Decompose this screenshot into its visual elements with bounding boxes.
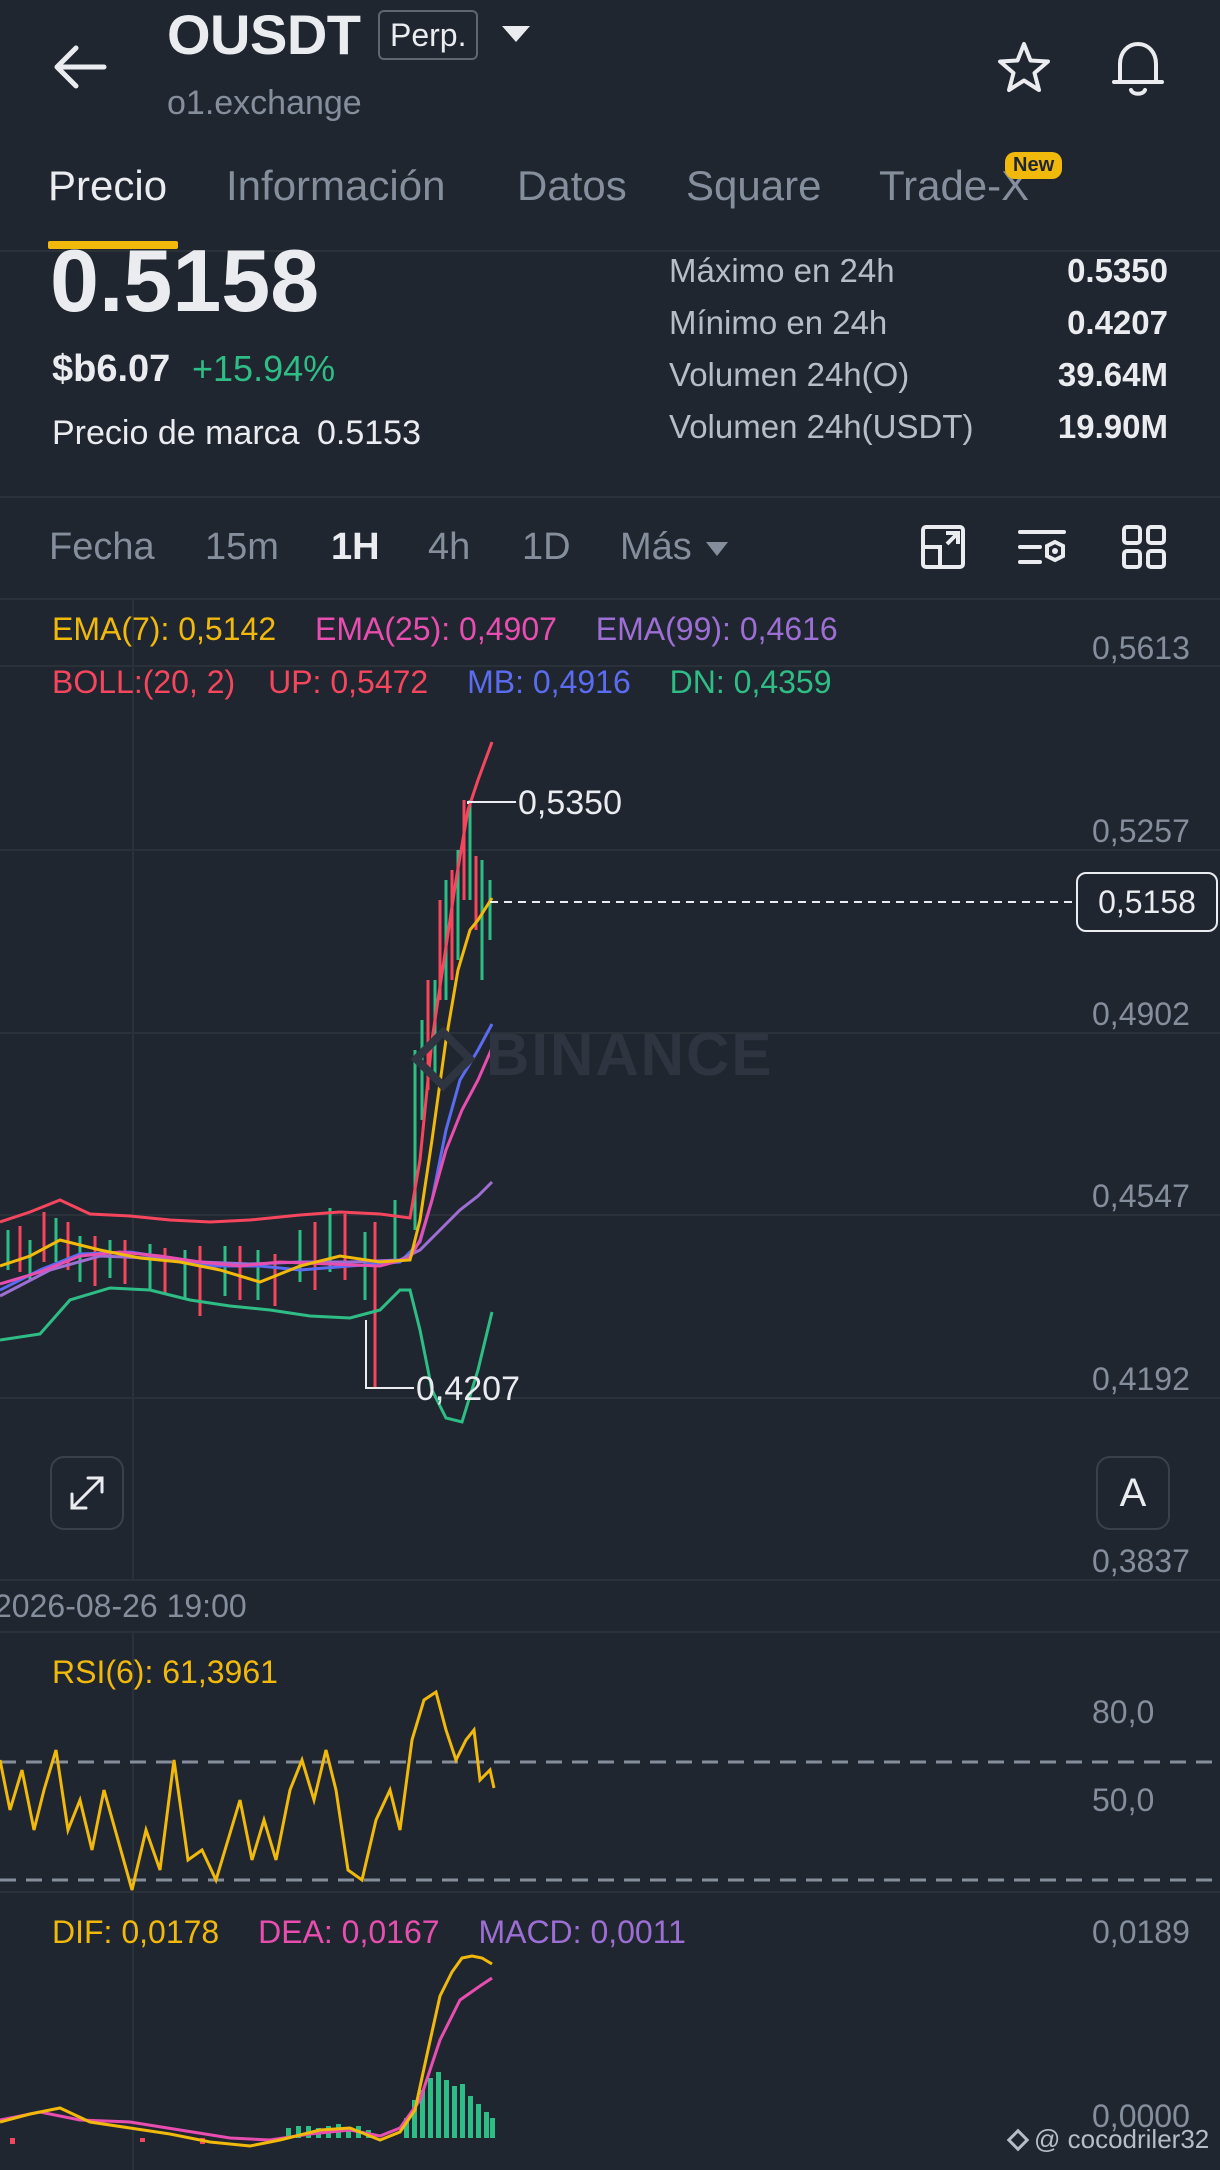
font-toggle-button[interactable]: A	[1096, 1456, 1170, 1530]
boll-legend: BOLL:(20, 2) UP: 0,5472 MB: 0,4916 DN: 0…	[52, 664, 832, 701]
macd-axis-label: 0,0189	[1092, 1914, 1190, 1950]
candles	[6, 800, 492, 1388]
macd-value: MACD: 0,0011	[478, 1914, 686, 1950]
rsi-value: RSI(6): 61,3961	[52, 1654, 278, 1690]
boll-params: BOLL:(20, 2)	[52, 664, 236, 700]
rsi-axis-label: 50,0	[1092, 1782, 1155, 1818]
current-price-tag: 0,5158	[1076, 872, 1218, 932]
ema25-value: EMA(25): 0,4907	[315, 611, 557, 647]
boll-upper-line	[0, 741, 494, 1224]
macd-histogram	[286, 2072, 495, 2138]
low-price-marker: 0,4207	[416, 1370, 520, 1408]
rsi-axis-label: 80,0	[1092, 1694, 1155, 1730]
low-marker-line	[365, 1320, 414, 1389]
chart-gridlines	[0, 600, 1220, 1581]
ema99-value: EMA(99): 0,4616	[595, 611, 838, 647]
boll-mb-value: MB: 0,4916	[467, 664, 631, 700]
ema7-value: EMA(7): 0,5142	[52, 611, 277, 647]
fullscreen-button[interactable]	[50, 1456, 124, 1530]
binance-logo-icon	[410, 1026, 476, 1092]
ema7-line	[0, 897, 494, 1284]
rsi-line	[0, 1689, 496, 1891]
user-watermark: @ cocodriler32	[1006, 2124, 1209, 2155]
ema-legend: EMA(7): 0,5142 EMA(25): 0,4907 EMA(99): …	[52, 611, 838, 648]
high-marker-line	[467, 801, 516, 804]
boll-up-value: UP: 0,5472	[268, 664, 429, 700]
high-price-marker: 0,5350	[518, 784, 622, 822]
price-axis-label: 0,5613	[1092, 630, 1190, 666]
dif-value: DIF: 0,0178	[52, 1914, 220, 1950]
price-axis-label: 0,5257	[1092, 813, 1190, 849]
price-axis-label: 0,4192	[1092, 1361, 1190, 1397]
time-axis-label: 2026-08-26 19:00	[0, 1588, 247, 1624]
expand-icon	[70, 1476, 104, 1510]
boll-dn-value: DN: 0,4359	[669, 664, 832, 700]
dea-value: DEA: 0,0167	[258, 1914, 440, 1950]
price-axis-label: 0,3837	[1092, 1543, 1190, 1579]
price-axis-label: 0,4902	[1092, 996, 1190, 1032]
price-axis-label: 0,4547	[1092, 1178, 1190, 1214]
binance-square-icon	[1006, 2128, 1030, 2152]
macd-histogram-neg	[10, 2138, 205, 2144]
macd-legend: DIF: 0,0178 DEA: 0,0167 MACD: 0,0011	[52, 1914, 686, 1951]
binance-watermark: BINANCE	[410, 1020, 773, 1092]
